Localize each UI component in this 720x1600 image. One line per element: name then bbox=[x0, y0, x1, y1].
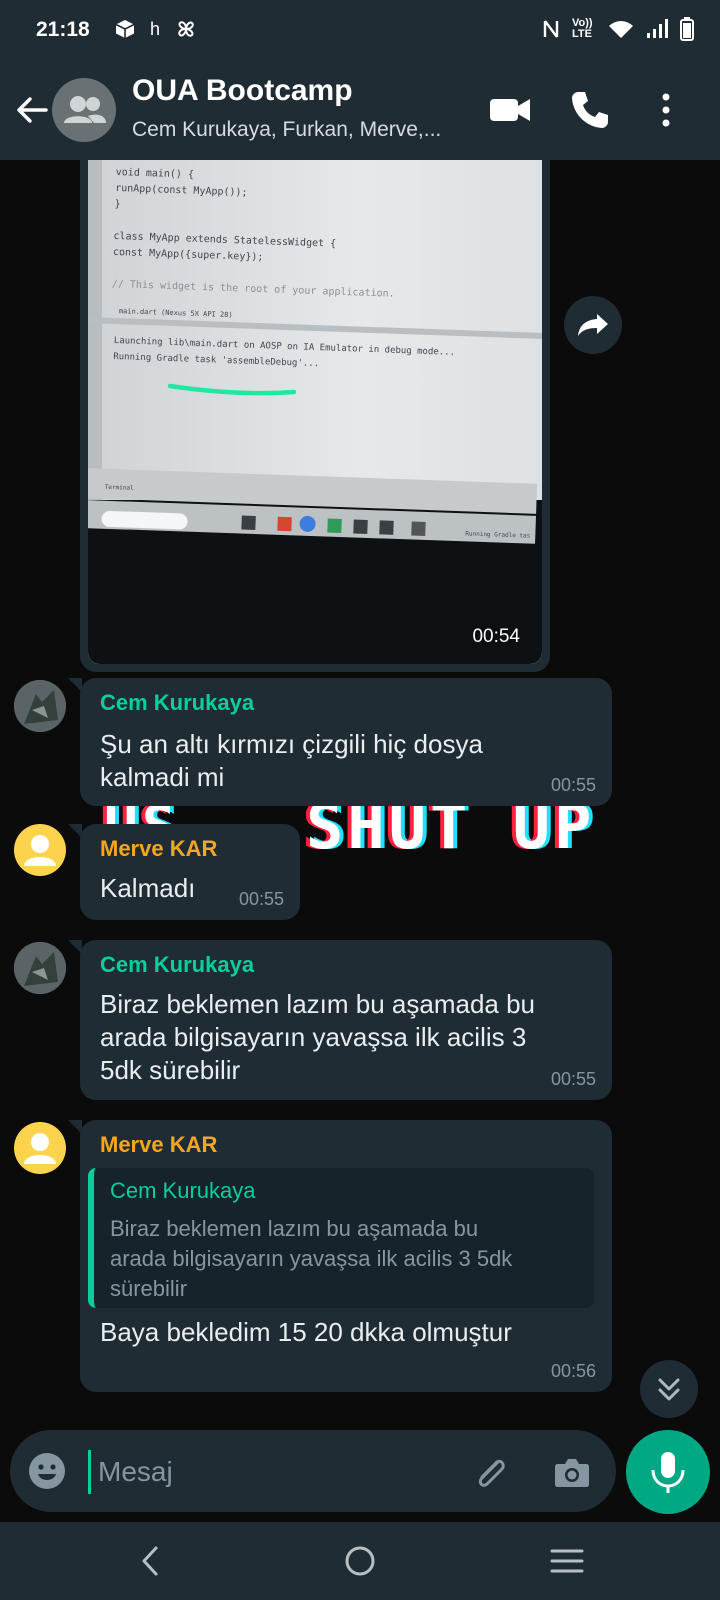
home-icon[interactable] bbox=[337, 1538, 383, 1584]
bubble-tail bbox=[68, 824, 82, 838]
message-time: 00:55 bbox=[550, 775, 596, 795]
forward-button[interactable] bbox=[564, 296, 622, 354]
message-composer bbox=[10, 1430, 616, 1512]
status-left-icons: h bbox=[114, 17, 198, 41]
status-bar: 21:18 h Vo)) LTE bbox=[0, 0, 720, 60]
message-bubble[interactable]: Cem Kurukaya Biraz beklemen lazım bu aşa… bbox=[68, 940, 612, 1100]
chat-header: OUA Bootcamp Cem Kurukaya, Furkan, Merve… bbox=[0, 60, 720, 160]
volte-icon: Vo)) LTE bbox=[572, 17, 593, 40]
message-text: Şu an altı kırmızı çizgili hiç dosya kal… bbox=[100, 728, 483, 794]
avatar-cem[interactable] bbox=[14, 942, 66, 994]
wifi-icon bbox=[609, 21, 633, 38]
group-avatar[interactable] bbox=[52, 78, 116, 142]
forward-icon bbox=[578, 314, 608, 336]
back-icon[interactable] bbox=[128, 1538, 174, 1584]
quoted-sender: Cem Kurukaya bbox=[110, 1178, 256, 1203]
avatar-cem[interactable] bbox=[14, 680, 66, 732]
message-input[interactable] bbox=[96, 1448, 460, 1496]
message-text: Biraz beklemen lazım bu aşamada bu arada… bbox=[100, 988, 535, 1087]
status-right-icons: Vo)) LTE bbox=[542, 17, 694, 41]
message-text: Baya bekledim 15 20 dkka olmuştur bbox=[100, 1317, 512, 1347]
photo-screen: void main() { runApp(const MyApp()); } c… bbox=[88, 160, 542, 664]
mic-button[interactable] bbox=[626, 1430, 710, 1514]
chat-participants[interactable]: Cem Kurukaya, Furkan, Merve,... bbox=[132, 118, 441, 142]
message-sender[interactable]: Merve KAR bbox=[100, 1132, 217, 1158]
back-arrow-icon[interactable] bbox=[10, 88, 54, 132]
media-message[interactable]: void main() { runApp(const MyApp()); } c… bbox=[80, 160, 550, 672]
default-user-icon bbox=[24, 1133, 56, 1164]
bubble-tail bbox=[68, 940, 82, 954]
paperclip-icon[interactable] bbox=[468, 1450, 512, 1494]
emoji-icon[interactable] bbox=[26, 1450, 68, 1492]
message-bubble[interactable]: Merve KAR Kalmadı 00:55 bbox=[68, 824, 300, 920]
system-nav-bar bbox=[0, 1522, 720, 1600]
h-icon: h bbox=[150, 18, 161, 39]
message-time: 00:54 bbox=[472, 626, 520, 647]
video-call-icon[interactable] bbox=[486, 86, 534, 134]
bubble-tail bbox=[68, 1120, 82, 1134]
chat-area[interactable]: US SHUT UP bbox=[0, 160, 720, 1428]
message-time: 00:55 bbox=[238, 889, 284, 909]
more-options-icon[interactable] bbox=[642, 86, 690, 134]
group-icon bbox=[64, 96, 106, 123]
avatar-merve[interactable] bbox=[14, 824, 66, 876]
default-user-icon bbox=[24, 835, 56, 866]
message-time: 00:55 bbox=[550, 1069, 596, 1089]
photo-tabs: Terminal bbox=[105, 484, 135, 492]
microphone-icon bbox=[651, 1452, 685, 1493]
voice-call-icon[interactable] bbox=[566, 86, 614, 134]
camera-icon[interactable] bbox=[550, 1450, 594, 1494]
message-line: Şu an altı kırmızı çizgili hiç dosya bbox=[100, 729, 483, 759]
message-sender[interactable]: Cem Kurukaya bbox=[100, 952, 254, 978]
message-sender[interactable]: Cem Kurukaya bbox=[100, 690, 254, 716]
scroll-to-bottom-button[interactable] bbox=[640, 1360, 698, 1418]
quoted-line: arada bilgisayarın yavaşsa ilk acilis 3 … bbox=[110, 1246, 513, 1271]
message-photo[interactable]: void main() { runApp(const MyApp()); } c… bbox=[88, 160, 542, 664]
message-time: 00:56 bbox=[550, 1361, 596, 1381]
quoted-text: Biraz beklemen lazım bu aşamada bu arada… bbox=[110, 1214, 512, 1304]
message-bubble[interactable]: Merve KAR Cem Kurukaya Biraz beklemen la… bbox=[68, 1120, 612, 1392]
bubble-tail bbox=[68, 678, 82, 692]
message-bubble[interactable]: Cem Kurukaya Şu an altı kırmızı çizgili … bbox=[68, 678, 612, 806]
avatar-photo bbox=[14, 942, 66, 994]
message-line: kalmadi mi bbox=[100, 762, 225, 792]
message-line: arada bilgisayarın yavaşsa ilk acilis 3 bbox=[100, 1022, 527, 1052]
text-caret bbox=[88, 1450, 91, 1494]
signal-icon bbox=[647, 19, 668, 38]
avatar-merve[interactable] bbox=[14, 1122, 66, 1174]
message-line: Biraz beklemen lazım bu aşamada bu bbox=[100, 989, 536, 1019]
chat-title[interactable]: OUA Bootcamp bbox=[132, 74, 353, 108]
double-chevron-down-icon bbox=[658, 1378, 680, 1401]
message-text: Kalmadı bbox=[100, 873, 196, 903]
pinwheel-icon bbox=[178, 21, 194, 37]
status-time: 21:18 bbox=[36, 18, 90, 41]
quoted-message[interactable]: Cem Kurukaya Biraz beklemen lazım bu aşa… bbox=[88, 1168, 594, 1308]
message-line: 5dk sürebilir bbox=[100, 1055, 241, 1085]
message-sender[interactable]: Merve KAR bbox=[100, 836, 217, 862]
recents-icon[interactable] bbox=[544, 1538, 590, 1584]
battery-icon bbox=[680, 17, 694, 41]
box-icon bbox=[115, 20, 135, 38]
code-line: } bbox=[114, 199, 120, 210]
nfc-icon bbox=[543, 20, 559, 38]
avatar-photo bbox=[14, 680, 66, 732]
quoted-line: sürebilir bbox=[110, 1276, 188, 1301]
quoted-line: Biraz beklemen lazım bu aşamada bu bbox=[110, 1216, 479, 1241]
